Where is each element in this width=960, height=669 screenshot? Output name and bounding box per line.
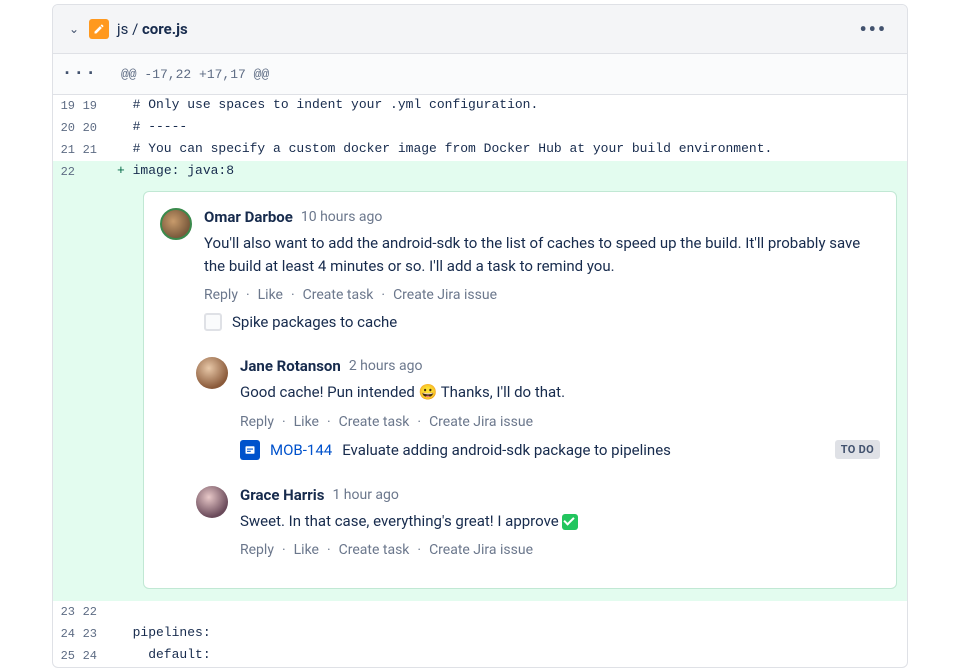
create-task-action[interactable]: Create task [339, 414, 410, 430]
comment-actions: Reply Like Create task Create Jira issue [204, 287, 880, 303]
create-task-action[interactable]: Create task [339, 542, 410, 558]
file-path[interactable]: js / core.js [117, 20, 855, 38]
file-name: core.js [142, 20, 188, 38]
code-line[interactable]: 2020 # ----- [53, 117, 907, 139]
comment-time: 1 hour ago [332, 487, 398, 503]
file-type-icon [89, 19, 109, 39]
code-lines-after: 23222423 pipelines:2524 default: [53, 601, 907, 667]
reply-action[interactable]: Reply [240, 414, 274, 430]
status-badge[interactable]: TO DO [835, 440, 880, 459]
comment-author[interactable]: Grace Harris [240, 486, 324, 504]
avatar[interactable] [196, 486, 228, 518]
checkmark-emoji-icon [562, 514, 578, 530]
file-more-icon[interactable]: ••• [855, 17, 891, 41]
comment-author[interactable]: Jane Rotanson [240, 357, 341, 375]
hunk-range: @@ -17,22 +17,17 @@ [105, 57, 285, 92]
reply-action[interactable]: Reply [204, 287, 238, 303]
comment-time: 2 hours ago [349, 358, 423, 374]
code-line[interactable]: 2121 # You can specify a custom docker i… [53, 139, 907, 161]
like-action[interactable]: Like [294, 542, 319, 558]
comment: Jane Rotanson 2 hours ago Good cache! Pu… [196, 357, 880, 474]
hunk-header: ··· @@ -17,22 +17,17 @@ [53, 54, 907, 95]
code-line[interactable]: 2322 [53, 601, 907, 623]
comment-text: Sweet. In that case, everything's great!… [240, 510, 880, 533]
grinning-emoji-icon: 😀 [419, 381, 438, 404]
comment-text: You'll also want to add the android-sdk … [204, 232, 880, 277]
code-line[interactable]: 2524 default: [53, 645, 907, 667]
comment-actions: Reply Like Create task Create Jira issue [240, 414, 880, 430]
comment-text: Good cache! Pun intended 😀 Thanks, I'll … [240, 381, 880, 404]
code-line[interactable]: 22image: java:8 [53, 161, 907, 183]
code-line[interactable]: 1919 # Only use spaces to indent your .y… [53, 95, 907, 117]
gutter-more-icon[interactable]: ··· [62, 64, 97, 84]
issue-summary[interactable]: Evaluate adding android-sdk package to p… [342, 441, 825, 459]
comment-region: Omar Darboe 10 hours ago You'll also wan… [53, 183, 907, 601]
create-jira-action[interactable]: Create Jira issue [429, 414, 533, 430]
comment-actions: Reply Like Create task Create Jira issue [240, 542, 880, 558]
chevron-down-icon[interactable]: ⌄ [69, 22, 85, 36]
create-task-action[interactable]: Create task [303, 287, 374, 303]
create-jira-action[interactable]: Create Jira issue [429, 542, 533, 558]
comment: Grace Harris 1 hour ago Sweet. In that c… [196, 486, 880, 569]
like-action[interactable]: Like [258, 287, 283, 303]
code-lines-before: 1919 # Only use spaces to indent your .y… [53, 95, 907, 183]
comment-author[interactable]: Omar Darboe [204, 208, 293, 226]
comment: Omar Darboe 10 hours ago You'll also wan… [160, 208, 880, 345]
diff-card: ⌄ js / core.js ••• ··· @@ -17,22 +17,17 … [52, 4, 908, 668]
comment-time: 10 hours ago [301, 209, 383, 225]
linked-issue-row: MOB-144 Evaluate adding android-sdk pack… [240, 440, 880, 460]
file-header: ⌄ js / core.js ••• [53, 5, 907, 54]
create-jira-action[interactable]: Create Jira issue [393, 287, 497, 303]
reply-action[interactable]: Reply [240, 542, 274, 558]
jira-issue-icon[interactable] [240, 440, 260, 460]
issue-key[interactable]: MOB-144 [270, 441, 332, 459]
file-folder: js [117, 20, 128, 38]
comment-thread: Omar Darboe 10 hours ago You'll also wan… [143, 191, 897, 589]
code-line[interactable]: 2423 pipelines: [53, 623, 907, 645]
task-checkbox[interactable] [204, 313, 222, 331]
like-action[interactable]: Like [294, 414, 319, 430]
avatar[interactable] [160, 208, 192, 240]
task-row: Spike packages to cache [204, 313, 880, 331]
avatar[interactable] [196, 357, 228, 389]
task-label[interactable]: Spike packages to cache [232, 313, 397, 331]
